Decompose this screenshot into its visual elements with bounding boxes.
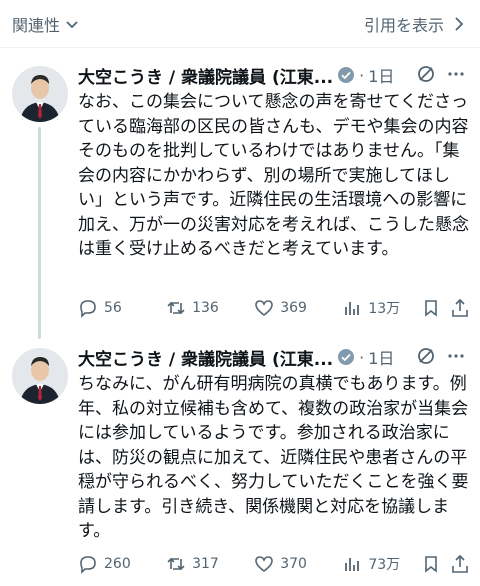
view-quotes-link[interactable]: 引用を表示 [364, 12, 466, 36]
views-count: 73万 [368, 557, 401, 573]
share-button[interactable] [450, 298, 470, 318]
reply-button[interactable]: 56 [78, 298, 166, 318]
like-count: 369 [280, 300, 307, 316]
tweet-header: 大空こうき / 衆議院議員 (江東... · 1日 [78, 345, 394, 370]
author-name[interactable]: 大空こうき / 衆議院議員 (江東... [78, 345, 333, 370]
view-quotes-label: 引用を表示 [363, 16, 444, 35]
retweet-button[interactable]: 317 [166, 554, 254, 574]
tweet[interactable]: 大空こうき / 衆議院議員 (江東... · 1日 なお、この集会について懸念の… [0, 58, 480, 328]
more-options-icon[interactable] [446, 66, 466, 82]
grok-icon[interactable] [416, 64, 436, 84]
views-count: 13万 [368, 301, 401, 317]
share-icon [452, 298, 468, 317]
heart-icon [255, 556, 274, 573]
tweet-actions: 260 317 370 73万 [78, 550, 470, 578]
avatar-image [12, 66, 68, 122]
avatar[interactable] [12, 348, 68, 404]
retweet-count: 317 [192, 556, 219, 572]
top-bar: 関連性 引用を表示 [0, 0, 480, 48]
tweet-actions: 56 136 369 13万 [78, 294, 470, 322]
bookmark-icon [424, 300, 437, 317]
tweet-text: なお、この集会について懸念の声を寄せてくださっている臨海部の区民の皆さんも、デモ… [78, 92, 469, 259]
sort-label: 関連性 [12, 16, 61, 35]
views-chart-icon [345, 558, 360, 571]
more-options-icon[interactable] [446, 348, 466, 364]
views-button[interactable]: 13万 [342, 298, 420, 318]
tweet-header: 大空こうき / 衆議院議員 (江東... · 1日 [78, 63, 394, 88]
like-button[interactable]: 369 [254, 298, 342, 318]
bookmark-button[interactable] [421, 298, 450, 318]
chevron-down-icon [66, 21, 78, 29]
views-chart-icon [345, 302, 360, 315]
avatar[interactable] [12, 66, 68, 122]
grok-icon[interactable] [416, 346, 436, 366]
verified-badge-icon [338, 349, 355, 365]
avatar-image [12, 348, 68, 404]
retweet-icon [167, 301, 185, 315]
reply-count: 56 [104, 300, 122, 316]
retweet-count: 136 [192, 300, 219, 316]
tweet[interactable]: 大空こうき / 衆議院議員 (江東... · 1日 ちなみに、がん研有明病院の真… [0, 340, 480, 586]
reply-button[interactable]: 260 [78, 554, 166, 574]
verified-badge-icon [338, 67, 355, 83]
sort-related-button[interactable]: 関連性 [12, 12, 80, 36]
reply-icon [80, 556, 96, 574]
author-name[interactable]: 大空こうき / 衆議院議員 (江東... [78, 63, 333, 88]
like-count: 370 [280, 556, 307, 572]
retweet-button[interactable]: 136 [166, 298, 254, 318]
tweet-text: ちなみに、がん研有明病院の真横でもあります。例年、私の対立候補も含めて、複数の政… [78, 374, 469, 541]
chevron-right-icon [455, 17, 464, 31]
like-button[interactable]: 370 [254, 554, 342, 574]
separator-dot: · [359, 65, 365, 85]
separator-dot: · [359, 347, 365, 367]
bookmark-button[interactable] [421, 554, 450, 574]
retweet-icon [167, 557, 185, 571]
share-icon [452, 554, 468, 573]
timestamp[interactable]: 1日 [368, 63, 394, 87]
reply-icon [80, 300, 96, 318]
share-button[interactable] [450, 554, 470, 574]
heart-icon [255, 300, 274, 317]
reply-count: 260 [104, 556, 131, 572]
views-button[interactable]: 73万 [342, 554, 420, 574]
bookmark-icon [424, 556, 437, 573]
timestamp[interactable]: 1日 [368, 345, 394, 369]
